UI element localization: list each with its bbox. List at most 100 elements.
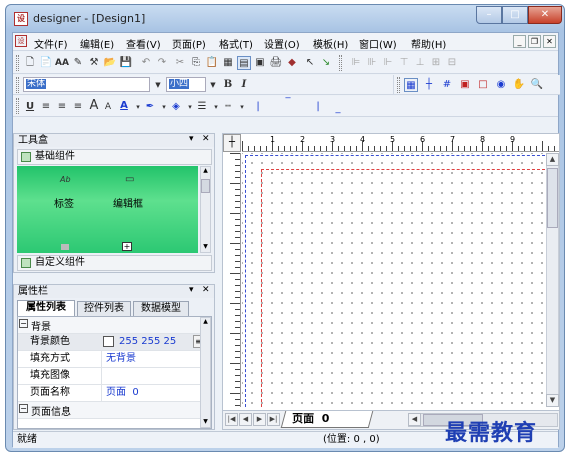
line-right-icon[interactable]: | bbox=[311, 100, 325, 114]
font-color-icon[interactable]: A bbox=[117, 99, 131, 113]
prop-row[interactable]: 背景颜色 255 255 25 ≡ bbox=[18, 334, 211, 351]
grid-icon[interactable]: ▦ bbox=[221, 56, 235, 70]
menu-file[interactable]: 文件(F) bbox=[34, 36, 68, 51]
layout-icon[interactable]: ▤ bbox=[237, 56, 251, 70]
wizard-icon[interactable]: ✎ bbox=[71, 56, 85, 70]
zoom-icon[interactable]: 🔍 bbox=[530, 78, 544, 92]
open-icon[interactable]: 📂 bbox=[103, 56, 117, 70]
cut-icon[interactable]: ✂ bbox=[173, 56, 187, 70]
menu-template[interactable]: 模板(H) bbox=[313, 36, 348, 51]
mdi-restore-button[interactable]: ❐ bbox=[528, 35, 541, 48]
toolbar-grip-4[interactable] bbox=[16, 98, 19, 114]
align-left-text-icon[interactable]: ≡ bbox=[39, 100, 53, 114]
scroll-down-icon[interactable]: ▼ bbox=[201, 243, 210, 252]
page-canvas[interactable] bbox=[242, 153, 546, 407]
checkbox-tool-icon[interactable]: + bbox=[122, 242, 132, 251]
font-shrink-icon[interactable]: A bbox=[101, 100, 115, 114]
properties-scrollbar[interactable]: ▲ ▼ bbox=[200, 317, 211, 428]
print-preview-icon[interactable]: ▣ bbox=[253, 56, 267, 70]
prop-value[interactable]: 255 255 25 bbox=[115, 334, 189, 350]
line-top-icon[interactable]: ‾ bbox=[281, 96, 295, 110]
scroll-left-icon[interactable]: ◀ bbox=[408, 413, 421, 426]
undo-icon[interactable]: ↶ bbox=[139, 56, 153, 70]
prop-row[interactable]: 填充图像 bbox=[18, 368, 211, 385]
close-pane-icon[interactable]: ✕ bbox=[202, 285, 210, 295]
copy-icon[interactable]: ⎘ bbox=[189, 56, 203, 70]
edit-tool[interactable]: 编辑框 bbox=[113, 195, 143, 210]
grid-toggle-icon[interactable]: ▦ bbox=[404, 78, 418, 92]
save-icon[interactable]: 💾 bbox=[119, 56, 133, 70]
tools-icon[interactable]: ⚒ bbox=[87, 56, 101, 70]
distribute-icon[interactable]: ⊟ bbox=[445, 56, 459, 70]
align-bottom-icon[interactable]: ⊞ bbox=[429, 56, 443, 70]
copy-doc-icon[interactable]: 📄 bbox=[39, 56, 53, 70]
page-tab[interactable]: 页面 0 bbox=[280, 411, 374, 428]
close-pane-icon[interactable]: ✕ bbox=[202, 134, 210, 144]
scroll-down-icon[interactable]: ▼ bbox=[201, 418, 210, 427]
align-center-icon[interactable]: ⊪ bbox=[365, 56, 379, 70]
print-icon[interactable]: 🖨 bbox=[269, 56, 283, 70]
label-tool[interactable]: 标签 bbox=[54, 195, 74, 210]
menu-view[interactable]: 查看(V) bbox=[126, 36, 161, 51]
maximize-button[interactable]: □ bbox=[502, 6, 528, 24]
mdi-close-button[interactable]: ✕ bbox=[543, 35, 556, 48]
scroll-down-icon[interactable]: ▼ bbox=[546, 394, 559, 407]
pointer-icon[interactable]: ↖ bbox=[303, 56, 317, 70]
pin-icon[interactable]: ▾ bbox=[189, 134, 194, 144]
align-center-text-icon[interactable]: ≡ bbox=[55, 100, 69, 114]
toolbar-grip-2[interactable] bbox=[339, 55, 342, 71]
toolbar-grip-5[interactable] bbox=[397, 77, 400, 93]
scroll-thumb[interactable] bbox=[547, 168, 558, 228]
scroll-up-icon[interactable]: ▲ bbox=[546, 153, 559, 166]
prop-value[interactable] bbox=[101, 368, 201, 384]
align-left-icon[interactable]: ⊫ bbox=[349, 56, 363, 70]
collapse-icon[interactable]: − bbox=[19, 404, 28, 413]
last-page-icon[interactable]: ▶| bbox=[267, 413, 280, 426]
italic-button[interactable]: I bbox=[237, 78, 251, 92]
ellipse-icon[interactable]: ◉ bbox=[494, 78, 508, 92]
menu-format[interactable]: 格式(T) bbox=[219, 36, 253, 51]
eraser-icon[interactable]: ◆ bbox=[285, 56, 299, 70]
frame-icon[interactable]: ▣ bbox=[458, 78, 472, 92]
ruler-corner[interactable]: ┼ bbox=[223, 134, 241, 152]
pin-icon[interactable]: ▾ bbox=[189, 285, 194, 295]
prev-page-icon[interactable]: ◀ bbox=[239, 413, 252, 426]
scroll-up-icon[interactable]: ▲ bbox=[201, 167, 210, 176]
bold-button[interactable]: B bbox=[221, 78, 235, 92]
prop-value[interactable]: 无背景 bbox=[101, 351, 201, 367]
edit-tool-icon[interactable]: ▭ bbox=[125, 174, 134, 185]
line-vertical-icon[interactable]: | bbox=[251, 100, 265, 114]
underline-icon[interactable]: U bbox=[23, 100, 37, 114]
toolbar-grip-3[interactable] bbox=[16, 77, 19, 93]
chevron-down-icon[interactable]: ▼ bbox=[151, 78, 165, 92]
menu-help[interactable]: 帮助(H) bbox=[411, 36, 446, 51]
font-family-select[interactable]: 宋体 bbox=[23, 77, 150, 92]
redo-icon[interactable]: ↷ bbox=[155, 56, 169, 70]
minimize-button[interactable]: – bbox=[476, 6, 502, 24]
button-tool-icon[interactable] bbox=[61, 244, 69, 250]
menu-window[interactable]: 窗口(W) bbox=[359, 36, 397, 51]
align-middle-icon[interactable]: ⊥ bbox=[413, 56, 427, 70]
label-tool-icon[interactable]: Ab bbox=[60, 175, 71, 184]
section-page-info[interactable]: − 页面信息 bbox=[18, 402, 211, 419]
prop-row[interactable]: 页面名称 页面 0 bbox=[18, 385, 211, 402]
align-right-text-icon[interactable]: ≡ bbox=[71, 100, 85, 114]
snap-icon[interactable]: ┼ bbox=[422, 78, 436, 92]
font-size-select[interactable]: 小四 bbox=[166, 77, 206, 92]
mdi-minimize-button[interactable]: _ bbox=[513, 35, 526, 48]
scroll-thumb[interactable] bbox=[201, 179, 210, 193]
prop-row[interactable]: 填充方式 无背景 bbox=[18, 351, 211, 368]
new-icon[interactable]: 🗋 bbox=[23, 56, 37, 70]
section-background[interactable]: − 背景 bbox=[18, 317, 211, 334]
doc-icon[interactable]: 设 bbox=[15, 35, 27, 47]
close-button[interactable]: ✕ bbox=[528, 6, 562, 24]
line-bottom-icon[interactable]: _ bbox=[331, 102, 345, 116]
fill-color-icon[interactable]: ◈ bbox=[169, 100, 183, 114]
hand-icon[interactable]: ✋ bbox=[512, 78, 526, 92]
chevron-down-icon[interactable]: ▾ bbox=[235, 100, 249, 114]
menu-settings[interactable]: 设置(O) bbox=[264, 36, 300, 51]
menu-edit[interactable]: 编辑(E) bbox=[80, 36, 114, 51]
line-style-icon[interactable]: ☰ bbox=[195, 100, 209, 114]
connector-icon[interactable]: ↘ bbox=[319, 56, 333, 70]
toolbox-scrollbar[interactable]: ▲ ▼ bbox=[200, 166, 211, 253]
